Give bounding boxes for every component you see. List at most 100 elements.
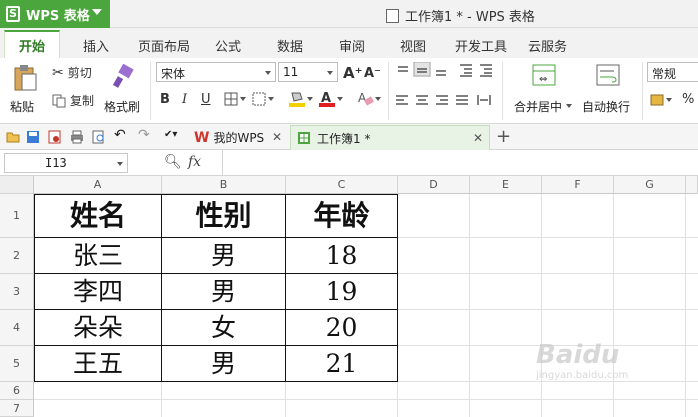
tab-formulas[interactable]: 公式 bbox=[215, 36, 241, 55]
title-bar: S WPS 表格 工作簿1 * - WPS 表格 bbox=[0, 0, 698, 28]
save-icon[interactable] bbox=[26, 130, 40, 144]
copy-button[interactable]: 复制 bbox=[52, 92, 94, 109]
customize-toolbar-icon[interactable]: ✔▾ bbox=[164, 129, 178, 143]
doc-tab-my-wps[interactable]: W 我的WPS ✕ bbox=[188, 125, 288, 150]
tab-insert[interactable]: 插入 bbox=[83, 36, 109, 55]
percent-button[interactable]: % bbox=[682, 92, 694, 107]
print-icon[interactable] bbox=[70, 130, 84, 144]
formula-input[interactable] bbox=[222, 150, 698, 176]
decrease-font-icon: A⁻ bbox=[364, 66, 381, 81]
table-cell[interactable]: 女 bbox=[162, 310, 285, 345]
paste-button[interactable]: 粘贴 bbox=[8, 62, 44, 118]
merge-center-label: 合并居中 bbox=[514, 100, 563, 114]
table-header-cell[interactable]: 年龄 bbox=[286, 194, 397, 237]
tab-review[interactable]: 审阅 bbox=[339, 36, 365, 55]
table-cell[interactable]: 18 bbox=[286, 238, 397, 273]
column-header-d[interactable]: D bbox=[398, 176, 470, 194]
row-header-2[interactable]: 2 bbox=[0, 238, 34, 274]
close-icon[interactable]: ✕ bbox=[272, 130, 282, 144]
column-header-h[interactable] bbox=[686, 176, 698, 194]
table-cell[interactable]: 20 bbox=[286, 310, 397, 345]
underline-button[interactable]: U bbox=[201, 92, 211, 107]
doc-tab-my-wps-label: 我的WPS bbox=[213, 131, 265, 145]
decrease-font-button[interactable]: A⁻ bbox=[364, 66, 381, 81]
column-header-g[interactable]: G bbox=[614, 176, 686, 194]
bold-icon: B bbox=[160, 92, 170, 107]
currency-button[interactable] bbox=[650, 92, 674, 108]
table-cell[interactable]: 男 bbox=[162, 346, 285, 381]
font-name-select[interactable]: 宋体 bbox=[156, 62, 276, 82]
paste-label: 粘贴 bbox=[10, 100, 35, 114]
fill-color-button[interactable] bbox=[288, 90, 314, 108]
close-icon[interactable]: ✕ bbox=[473, 131, 483, 145]
table-header-cell[interactable]: 姓名 bbox=[35, 194, 161, 237]
tab-data[interactable]: 数据 bbox=[277, 36, 303, 55]
table-cell[interactable]: 朵朵 bbox=[35, 310, 161, 345]
tab-cloud[interactable]: 云服务 bbox=[528, 36, 567, 55]
ribbon-separator bbox=[150, 62, 151, 120]
fill-pattern-button[interactable] bbox=[252, 92, 276, 106]
doc-tab-workbook[interactable]: 工作簿1 * ✕ bbox=[290, 125, 490, 150]
new-tab-button[interactable]: + bbox=[496, 126, 511, 147]
undo-icon[interactable]: ↶ bbox=[114, 127, 128, 143]
table-cell[interactable]: 19 bbox=[286, 274, 397, 309]
table-header-cell[interactable]: 性别 bbox=[162, 194, 285, 237]
open-folder-icon[interactable] bbox=[6, 130, 20, 144]
gridline bbox=[469, 194, 470, 417]
table-border bbox=[34, 381, 398, 382]
row-header-1[interactable]: 1 bbox=[0, 194, 34, 238]
wrap-text-button[interactable]: 自动换行 bbox=[580, 62, 636, 118]
format-painter-button[interactable]: 格式刷 bbox=[104, 62, 144, 118]
export-pdf-icon[interactable] bbox=[48, 130, 62, 144]
paste-icon bbox=[14, 65, 37, 91]
number-format-select[interactable]: 常规 bbox=[647, 62, 698, 82]
watermark-subtext: jingyan.baidu.com bbox=[536, 370, 629, 381]
cut-button[interactable]: ✂ 剪切 bbox=[52, 64, 92, 81]
row-header-6[interactable]: 6 bbox=[0, 382, 34, 400]
watermark-text: Baidu bbox=[536, 340, 620, 370]
table-cell[interactable]: 21 bbox=[286, 346, 397, 381]
app-menu-button[interactable]: S WPS 表格 bbox=[0, 0, 110, 28]
table-cell[interactable]: 男 bbox=[162, 274, 285, 309]
font-color-button[interactable]: A bbox=[318, 90, 344, 108]
table-cell[interactable]: 李四 bbox=[35, 274, 161, 309]
merge-center-button[interactable]: ⇔ 合并居中 bbox=[512, 62, 576, 118]
number-format-value: 常规 bbox=[652, 67, 677, 81]
select-all-corner[interactable] bbox=[0, 176, 34, 194]
spreadsheet-icon bbox=[298, 132, 310, 144]
column-header-a[interactable]: A bbox=[34, 176, 162, 194]
row-header-3[interactable]: 3 bbox=[0, 274, 34, 310]
wrap-text-label: 自动换行 bbox=[582, 100, 631, 114]
table-cell[interactable]: 王五 bbox=[35, 346, 161, 381]
italic-button[interactable]: I bbox=[182, 92, 187, 107]
row-header-4[interactable]: 4 bbox=[0, 310, 34, 346]
column-header-f[interactable]: F bbox=[542, 176, 614, 194]
insert-function-button[interactable]: fx bbox=[188, 154, 201, 170]
zoom-lookup-icon[interactable]: 🔍︎ bbox=[164, 154, 182, 170]
borders-button[interactable] bbox=[224, 92, 248, 106]
column-header-b[interactable]: B bbox=[162, 176, 286, 194]
print-preview-icon[interactable] bbox=[92, 130, 106, 144]
font-color-icon: A bbox=[319, 91, 343, 107]
cell-reference: I13 bbox=[45, 156, 67, 170]
clear-format-button[interactable]: A bbox=[356, 90, 382, 108]
menu-bar: 开始 插入 页面布局 公式 数据 审阅 视图 开发工具 云服务 bbox=[0, 28, 698, 58]
font-size-select[interactable]: 11 bbox=[278, 62, 338, 82]
row-header-7[interactable]: 7 bbox=[0, 400, 34, 417]
column-header-e[interactable]: E bbox=[470, 176, 542, 194]
scissors-icon: ✂ bbox=[52, 64, 64, 81]
row-header-5[interactable]: 5 bbox=[0, 346, 34, 382]
redo-icon[interactable]: ↷ bbox=[138, 127, 152, 143]
table-cell[interactable]: 张三 bbox=[35, 238, 161, 273]
brush-icon bbox=[112, 64, 134, 88]
column-header-c[interactable]: C bbox=[286, 176, 398, 194]
name-box[interactable]: I13 bbox=[4, 153, 128, 173]
tab-developer[interactable]: 开发工具 bbox=[455, 36, 507, 55]
bold-button[interactable]: B bbox=[160, 92, 170, 107]
tab-start[interactable]: 开始 bbox=[4, 30, 61, 58]
borders-icon bbox=[224, 92, 246, 106]
table-cell[interactable]: 男 bbox=[162, 238, 285, 273]
tab-view[interactable]: 视图 bbox=[400, 36, 426, 55]
increase-font-button[interactable]: A⁺ bbox=[343, 64, 363, 82]
tab-page-layout[interactable]: 页面布局 bbox=[138, 36, 190, 55]
